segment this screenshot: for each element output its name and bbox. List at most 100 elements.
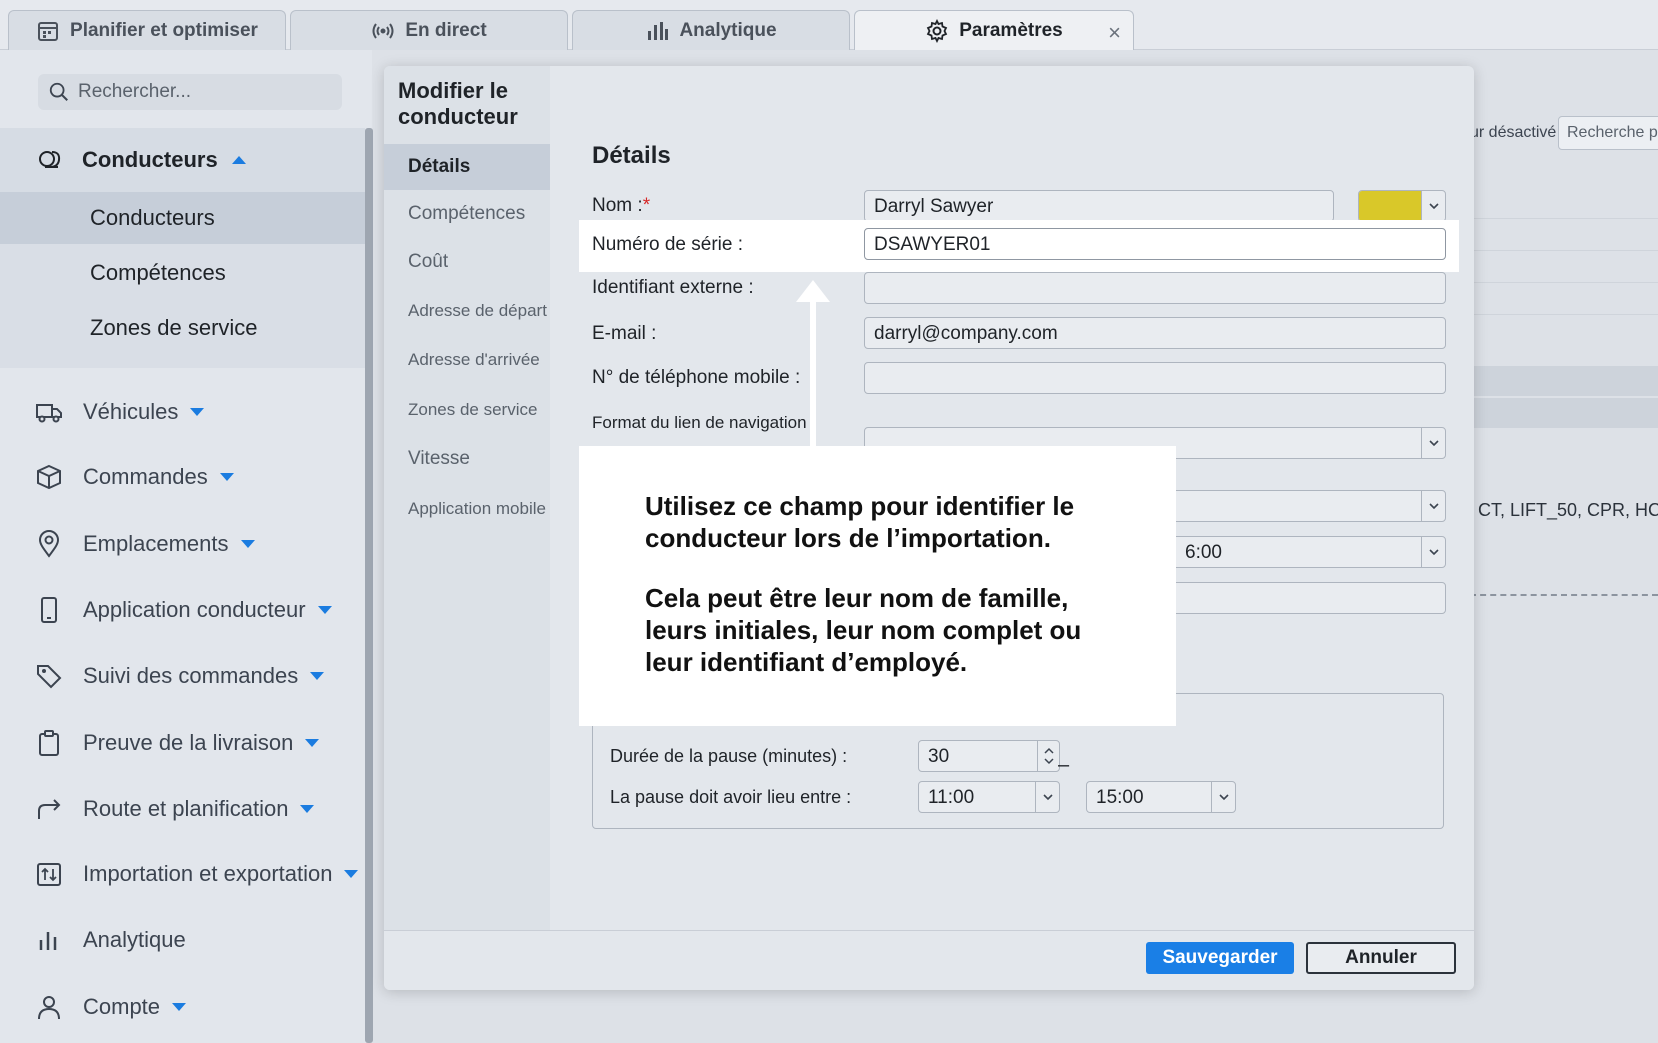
caret-down-icon — [305, 739, 320, 747]
table-row[interactable] — [1470, 398, 1658, 428]
save-button[interactable]: Sauvegarder — [1146, 942, 1294, 974]
search-icon — [49, 82, 68, 101]
dialog-tab-details[interactable]: Détails — [384, 144, 550, 190]
dialog-tab-skills[interactable]: Compétences — [384, 191, 550, 237]
break-start-value: 11:00 — [928, 787, 975, 808]
chevron-down-icon — [1211, 782, 1235, 812]
caret-down-icon — [219, 473, 234, 481]
dialog-title: Modifier le conducteur — [398, 78, 518, 129]
tab-label: En direct — [405, 19, 487, 41]
tab-label: Paramètres — [959, 19, 1063, 41]
broadcast-icon — [372, 22, 394, 39]
sidebar-item-label: Importation et exportation — [83, 861, 333, 886]
required-marker: * — [642, 195, 651, 216]
edit-driver-dialog: Modifier le conducteur Détails Compétenc… — [384, 66, 1474, 990]
sidebar-item-label: Suivi des commandes — [83, 663, 299, 688]
sidebar-item-account[interactable]: Compte — [0, 982, 365, 1032]
tag-icon — [37, 665, 62, 689]
search-placeholder: Rechercher... — [78, 81, 191, 102]
sidebar-item-orders[interactable]: Commandes — [0, 452, 365, 502]
break-duration-stepper[interactable]: 30 — [918, 740, 1060, 772]
sidebar-scrollbar[interactable] — [365, 128, 373, 1043]
chevron-down-icon — [1421, 428, 1445, 458]
dialog-side-nav: Modifier le conducteur Détails Compétenc… — [384, 66, 550, 930]
break-window-label: La pause doit avoir lieu entre : — [610, 787, 852, 807]
serial-number-input[interactable]: DSAWYER01 — [864, 228, 1446, 260]
tab-plan-optimize[interactable]: Planifier et optimiser — [8, 10, 286, 50]
background-search-input[interactable]: Recherche pa — [1558, 116, 1658, 150]
callout-tooltip: Utilisez ce champ pour identifier le con… — [579, 446, 1176, 726]
sidebar-item-label: Analytique — [83, 927, 186, 952]
bar-chart-icon — [648, 21, 669, 40]
cancel-button[interactable]: Annuler — [1306, 942, 1456, 974]
dialog-tab-start-address[interactable]: Adresse de départ — [384, 288, 550, 334]
sidebar-item-label: Preuve de la livraison — [83, 730, 294, 755]
sidebar-item-order-tracking[interactable]: Suivi des commandes — [0, 651, 365, 701]
dialog-tab-cost[interactable]: Coût — [384, 239, 550, 285]
sidebar-subitem-service-zones[interactable]: Zones de service — [0, 302, 365, 354]
sidebar-section-drivers[interactable]: Conducteurs — [0, 128, 365, 192]
gear-icon — [927, 18, 948, 43]
callout-text-1: Utilisez ce champ pour identifier le con… — [645, 491, 1075, 553]
sidebar-subnav: Conducteurs Compétences Zones de service — [0, 192, 365, 368]
time-range-separator: – — [1058, 754, 1070, 776]
tab-analytics[interactable]: Analytique — [572, 10, 850, 50]
sidebar-subitem-skills[interactable]: Compétences — [0, 247, 365, 299]
drivers-icon — [39, 151, 61, 168]
caret-up-icon — [231, 156, 246, 164]
email-input[interactable]: darryl@company.com — [864, 317, 1446, 349]
callout-arrow — [810, 298, 816, 448]
dialog-tab-mobile-app[interactable]: Application mobile — [384, 486, 550, 532]
sidebar-subitem-drivers[interactable]: Conducteurs — [0, 192, 365, 244]
dialog-tab-service-zones[interactable]: Zones de service — [384, 387, 550, 433]
sidebar-item-route-planning[interactable]: Route et planification — [0, 784, 365, 834]
name-label: Nom :* — [592, 195, 650, 217]
email-label: E-mail : — [592, 323, 657, 344]
mobile-phone-input[interactable] — [864, 362, 1446, 394]
sidebar-item-import-export[interactable]: Importation et exportation — [0, 849, 365, 899]
color-fill — [1359, 191, 1421, 221]
sidebar-item-locations[interactable]: Emplacements — [0, 519, 365, 569]
import-export-icon — [37, 863, 61, 886]
top-tab-bar: Planifier et optimiser En direct Analyti… — [0, 0, 1658, 50]
section-title: Détails — [592, 142, 671, 169]
tab-label: Analytique — [679, 19, 777, 41]
clipboard-icon — [39, 730, 59, 756]
nav-link-format-label: Format du lien de navigation — [592, 413, 807, 432]
close-icon[interactable]: × — [1108, 20, 1121, 46]
location-pin-icon — [38, 530, 60, 558]
break-end-select[interactable]: 15:00 — [1086, 781, 1236, 813]
sidebar-item-driver-app[interactable]: Application conducteur — [0, 585, 365, 635]
color-picker[interactable] — [1358, 190, 1446, 222]
sidebar-item-label: Application conducteur — [83, 597, 306, 622]
stepper-arrows-icon[interactable] — [1037, 741, 1059, 771]
hidden-time-value: 6:00 — [1185, 542, 1222, 563]
table-row-divider — [1470, 314, 1658, 315]
external-id-input[interactable] — [864, 272, 1446, 304]
tab-settings[interactable]: Paramètres × — [854, 10, 1134, 50]
caret-down-icon — [317, 606, 332, 614]
table-row-divider — [1470, 282, 1658, 283]
table-row[interactable] — [1470, 366, 1658, 396]
dialog-tab-speed[interactable]: Vitesse — [384, 436, 550, 482]
sidebar-item-analytics[interactable]: Analytique — [0, 915, 365, 965]
tab-live[interactable]: En direct — [290, 10, 568, 50]
table-row-divider — [1470, 250, 1658, 251]
sidebar-item-proof-of-delivery[interactable]: Preuve de la livraison — [0, 718, 365, 768]
background-driver-list: ur désactivé Recherche pa CT, LIFT_50, C… — [1470, 50, 1658, 1043]
phone-icon — [41, 597, 57, 623]
name-input[interactable]: Darryl Sawyer — [864, 190, 1334, 222]
sidebar-section-label: Conducteurs — [82, 147, 218, 172]
dialog-tab-end-address[interactable]: Adresse d'arrivée — [384, 337, 550, 383]
chevron-down-icon — [1421, 191, 1445, 221]
search-input[interactable]: Rechercher... — [38, 74, 342, 110]
break-duration-value: 30 — [928, 746, 950, 767]
calendar-icon — [38, 21, 59, 41]
sidebar-item-vehicles[interactable]: Véhicules — [0, 387, 365, 437]
serial-number-label: Numéro de série : — [592, 234, 744, 255]
caret-down-icon — [310, 672, 325, 680]
break-start-select[interactable]: 11:00 — [918, 781, 1060, 813]
caret-down-icon — [344, 870, 359, 878]
callout-text-2: Cela peut être leur nom de famille, leur… — [645, 583, 1082, 677]
break-duration-label: Durée de la pause (minutes) : — [610, 746, 848, 766]
